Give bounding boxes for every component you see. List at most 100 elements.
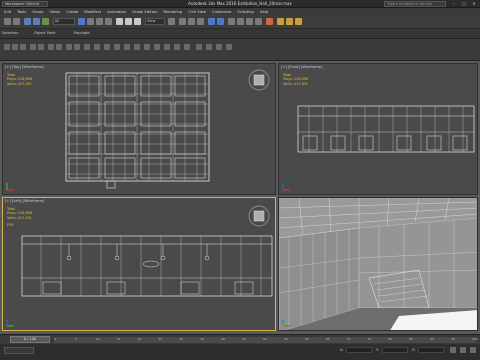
ribbon-tab-selection[interactable]: Selection (2, 31, 19, 35)
curve-editor-icon[interactable] (246, 18, 253, 25)
ribbon-tool-icon[interactable] (206, 44, 212, 50)
ribbon-tool-icon[interactable] (4, 44, 10, 50)
rotate-icon[interactable] (125, 18, 132, 25)
stats-polys: Polys: 226,698 (7, 77, 32, 82)
material-editor-icon[interactable] (266, 18, 273, 25)
ribbon-tool-icon[interactable] (114, 44, 120, 50)
menu-civil-view[interactable]: Civil View (188, 10, 206, 14)
percent-snap-icon[interactable] (197, 18, 204, 25)
move-icon[interactable] (116, 18, 123, 25)
close-icon[interactable]: ✕ (470, 1, 478, 7)
angle-snap-icon[interactable] (188, 18, 195, 25)
ribbon-tool-icon[interactable] (226, 44, 232, 50)
ribbon-tool-icon[interactable] (12, 44, 18, 50)
ribbon-tool-icon[interactable] (216, 44, 222, 50)
ribbon-tool-icon[interactable] (124, 44, 130, 50)
ribbon-tool-icon[interactable] (30, 44, 36, 50)
ribbon-tab-object-paint[interactable]: Object Paint (34, 31, 56, 35)
timeline-track[interactable]: 0 5 10 15 20 25 30 35 40 45 50 55 60 65 70 75 80 85 90 95 10… (54, 337, 478, 343)
timeline-tick: 15 (116, 337, 121, 341)
ribbon: Selection Object Paint Populate (0, 29, 480, 39)
time-slider[interactable]: 0 / 100 (10, 336, 50, 343)
ribbon-tool-icon[interactable] (174, 44, 180, 50)
menu-tools[interactable]: Tools (17, 10, 26, 14)
ribbon-tool-icon[interactable] (134, 44, 140, 50)
x-coordinate-field[interactable] (346, 347, 372, 353)
viewport-perspective[interactable] (278, 197, 478, 331)
unlink-icon[interactable] (33, 18, 40, 25)
ribbon-tool-icon[interactable] (144, 44, 150, 50)
ribbon-tool-icon[interactable] (94, 44, 100, 50)
scene-stats: Total Polys: 226,698 Verts: 417,301 FPS: (7, 207, 32, 227)
ribbon-tool-icon[interactable] (104, 44, 110, 50)
menu-modifiers[interactable]: Modifiers (84, 10, 101, 14)
viewport-label[interactable]: [+] [Left] [Wireframe] (5, 199, 44, 203)
z-coordinate-field[interactable] (418, 347, 444, 353)
axis-tripod-icon (282, 183, 290, 191)
ribbon-tool-icon[interactable] (48, 44, 54, 50)
minimize-icon[interactable]: – (450, 1, 458, 7)
ribbon-toggle-icon[interactable] (237, 18, 244, 25)
layer-explorer-icon[interactable] (228, 18, 235, 25)
key-mode-icon[interactable] (460, 347, 466, 353)
zoom-extents-icon[interactable] (470, 347, 476, 353)
mirror-icon[interactable] (208, 18, 215, 25)
ribbon-tool-icon[interactable] (154, 44, 160, 50)
menu-rendering[interactable]: Rendering (163, 10, 182, 14)
window-crossing-icon[interactable] (105, 18, 112, 25)
reference-coord-select[interactable]: View (145, 18, 165, 25)
maximize-icon[interactable]: □ (460, 1, 468, 7)
bind-space-warp-icon[interactable] (42, 18, 49, 25)
menu-edit[interactable]: Edit (4, 10, 11, 14)
ribbon-tool-icon[interactable] (196, 44, 202, 50)
viewport-left[interactable]: [+] [Left] [Wireframe] Total Polys: 226,… (2, 197, 276, 331)
ribbon-tool-icon[interactable] (84, 44, 90, 50)
menu-bar: Edit Tools Group Views Create Modifiers … (0, 8, 480, 15)
ribbon-tool-icon[interactable] (74, 44, 80, 50)
menu-graph-editors[interactable]: Graph Editors (132, 10, 157, 14)
maxscript-listener[interactable] (4, 347, 34, 354)
play-icon[interactable] (450, 347, 456, 353)
ribbon-tab-populate[interactable]: Populate (74, 31, 90, 35)
ribbon-tool-icon[interactable] (20, 44, 26, 50)
search-input[interactable]: Type a keyword or phrase (384, 1, 446, 7)
menu-customize[interactable]: Customize (212, 10, 231, 14)
viewport-front[interactable]: [+] [Front] [Wireframe] Total Polys: 226… (278, 63, 478, 195)
pivot-center-icon[interactable] (168, 18, 175, 25)
menu-create[interactable]: Create (66, 10, 78, 14)
redo-icon[interactable] (13, 18, 20, 25)
align-icon[interactable] (217, 18, 224, 25)
link-icon[interactable] (24, 18, 31, 25)
viewport-top[interactable]: [+] [Top] [Wireframe] Total Polys: 226,6… (2, 63, 276, 195)
select-by-name-icon[interactable] (87, 18, 94, 25)
render-icon[interactable] (295, 18, 302, 25)
ribbon-tool-icon[interactable] (56, 44, 62, 50)
rectangle-selection-icon[interactable] (96, 18, 103, 25)
snaps-toggle-icon[interactable] (179, 18, 186, 25)
ribbon-tool-icon[interactable] (38, 44, 44, 50)
menu-animation[interactable]: Animation (107, 10, 126, 14)
viewport-label[interactable]: [+] [Front] [Wireframe] (281, 65, 323, 69)
render-setup-icon[interactable] (277, 18, 284, 25)
viewcube-icon[interactable] (247, 204, 271, 228)
scene-stats: Total Polys: 226,698 Verts: 417,301 (7, 73, 32, 86)
undo-icon[interactable] (4, 18, 11, 25)
viewport-area: [+] [Top] [Wireframe] Total Polys: 226,6… (0, 61, 480, 334)
menu-scripting[interactable]: Scripting (237, 10, 253, 14)
viewcube-icon[interactable] (247, 68, 271, 92)
menu-help[interactable]: Help (260, 10, 268, 14)
schematic-view-icon[interactable] (255, 18, 262, 25)
timeline-tick: 35 (200, 337, 205, 341)
menu-views[interactable]: Views (49, 10, 60, 14)
y-coordinate-field[interactable] (382, 347, 408, 353)
menu-group[interactable]: Group (32, 10, 43, 14)
scale-icon[interactable] (134, 18, 141, 25)
selection-filter-select[interactable]: All (53, 18, 75, 25)
ribbon-tool-icon[interactable] (164, 44, 170, 50)
viewport-label[interactable]: [+] [Top] [Wireframe] (5, 65, 44, 69)
ribbon-tool-icon[interactable] (66, 44, 72, 50)
ribbon-tool-icon[interactable] (184, 44, 190, 50)
render-frame-icon[interactable] (286, 18, 293, 25)
timeline-tick: 0 (54, 337, 56, 341)
select-object-icon[interactable] (78, 18, 85, 25)
